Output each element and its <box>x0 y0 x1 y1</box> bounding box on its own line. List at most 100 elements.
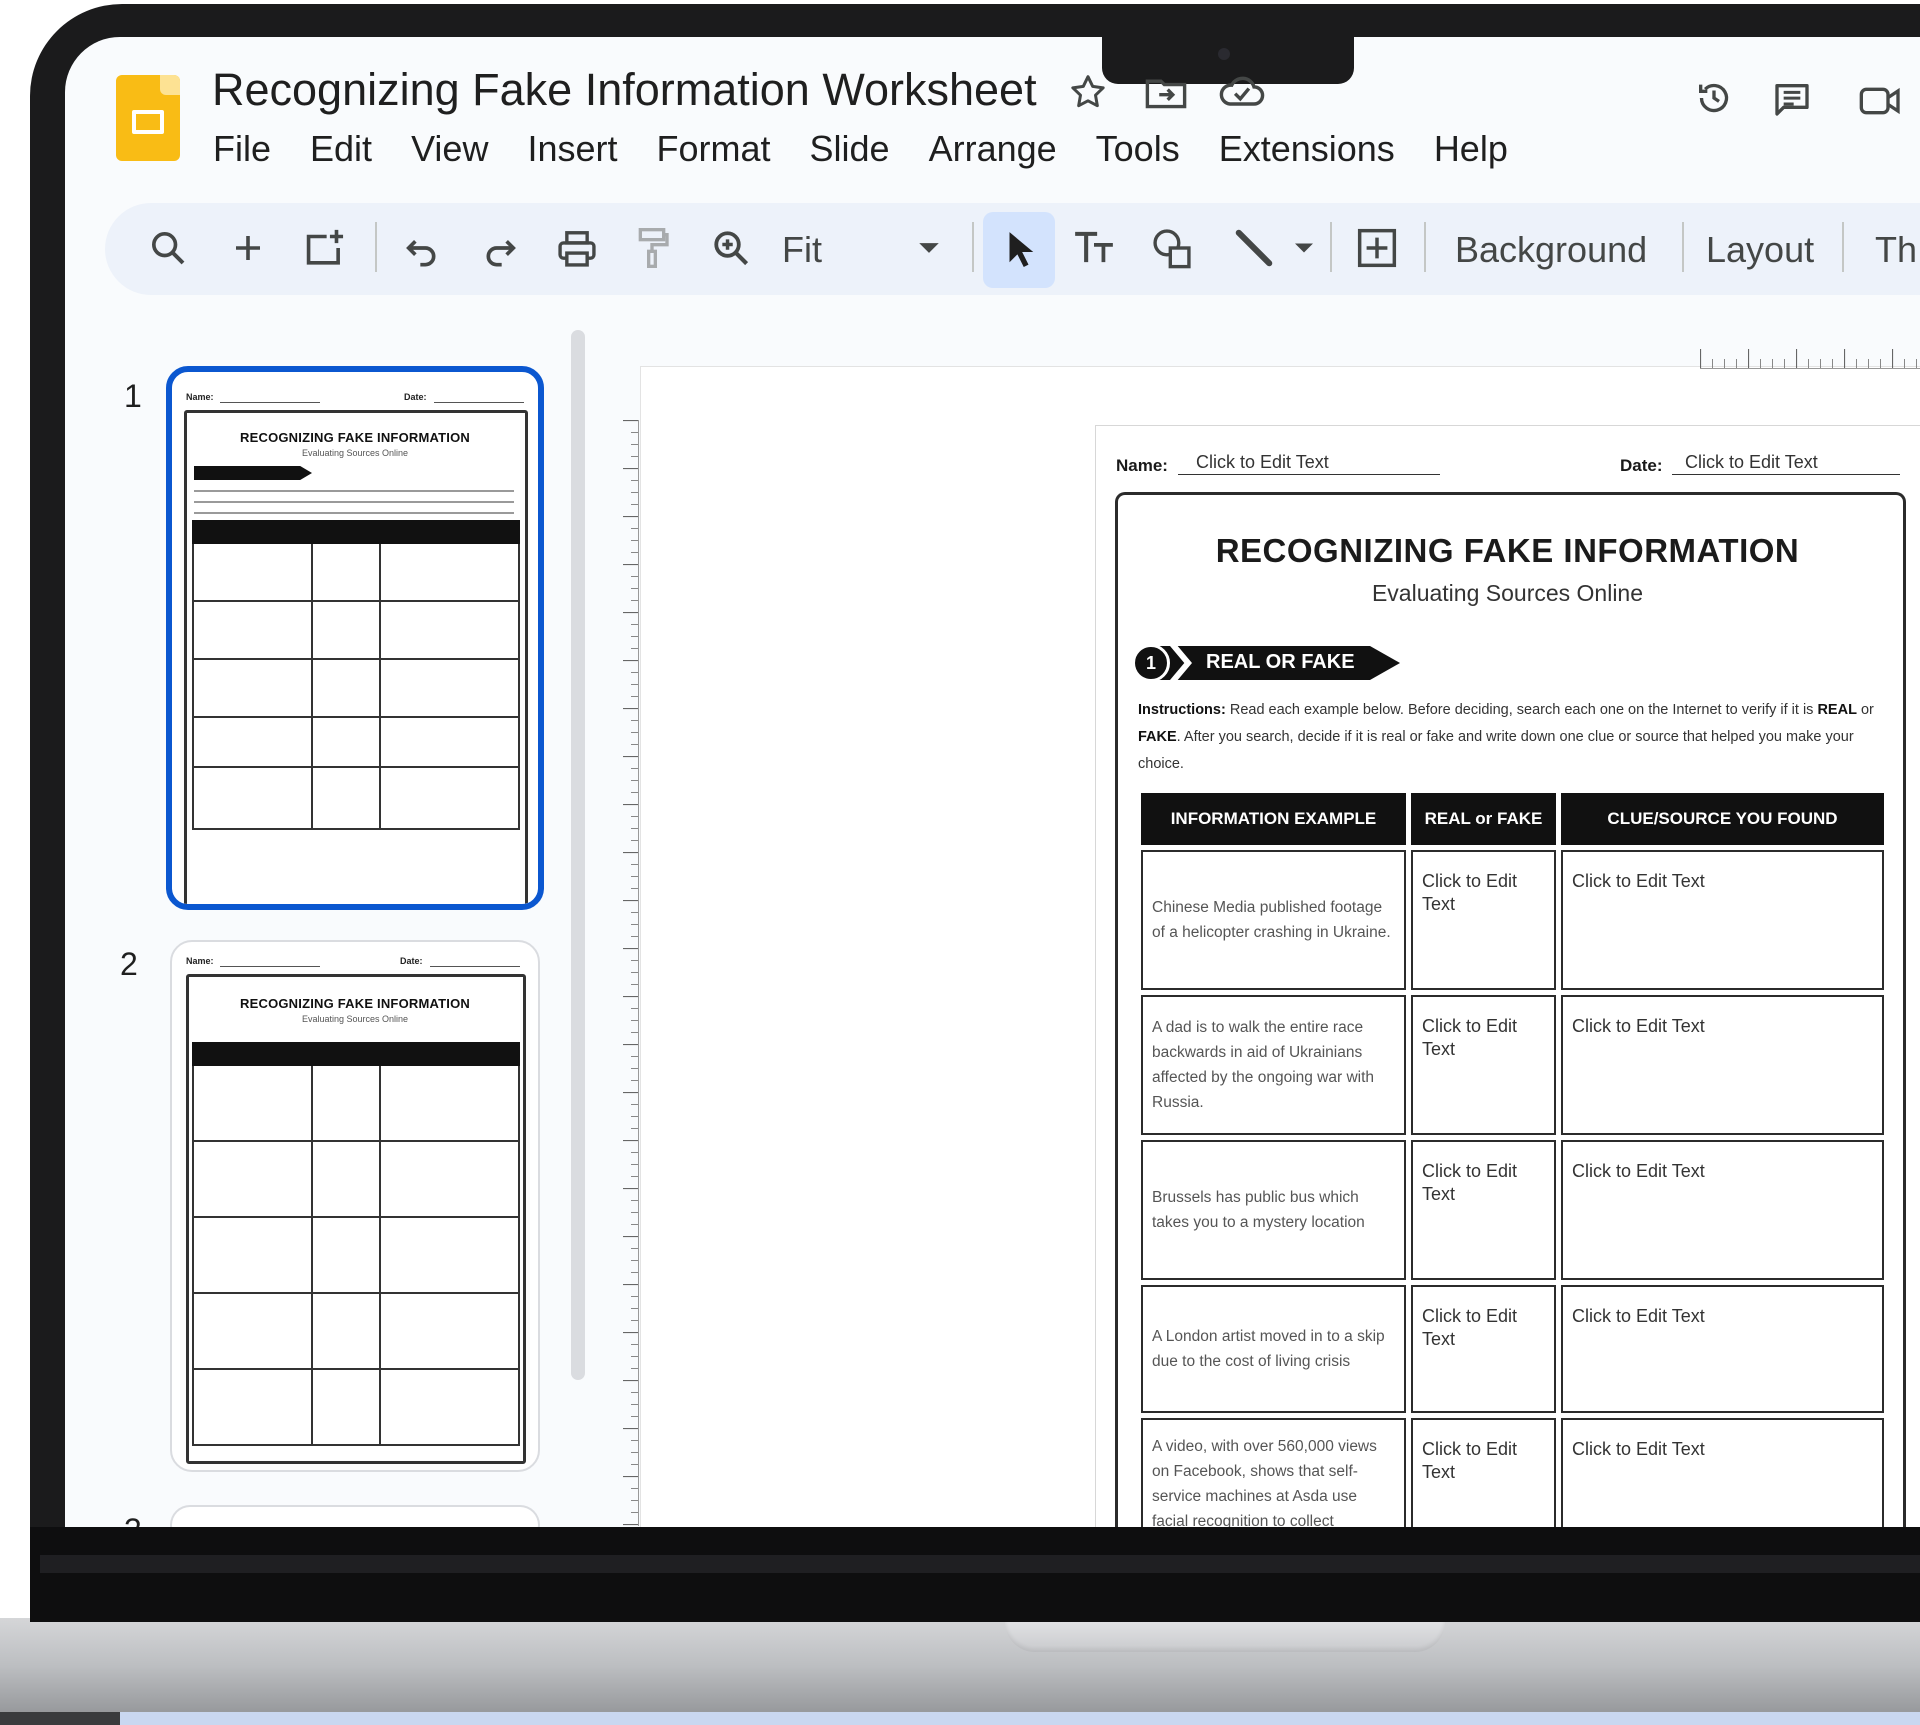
date-field[interactable]: Click to Edit Text <box>1685 452 1818 473</box>
redo-icon[interactable] <box>480 222 520 274</box>
history-icon[interactable] <box>1694 78 1734 123</box>
menu-arrange[interactable]: Arrange <box>929 128 1057 170</box>
instructions-real: REAL <box>1817 702 1857 718</box>
thumb-table <box>191 1042 521 1446</box>
slide-number-2: 2 <box>120 946 138 982</box>
thumb-instructions <box>194 484 514 518</box>
toolbar-divider <box>1842 222 1844 272</box>
zoom-icon[interactable] <box>710 222 752 274</box>
thumb-name-line <box>220 966 320 967</box>
thumb-title: RECOGNIZING FAKE INFORMATION <box>240 996 470 1011</box>
menu-tools[interactable]: Tools <box>1096 128 1180 170</box>
example-cell[interactable]: Brussels has public bus which takes you … <box>1141 1140 1406 1280</box>
theme-button[interactable]: Th <box>1875 224 1917 276</box>
clue-cell[interactable]: Click to Edit Text <box>1561 1140 1884 1280</box>
real-fake-cell[interactable]: Click to Edit Text <box>1411 1285 1556 1413</box>
select-cursor-icon[interactable] <box>1000 222 1038 274</box>
document-title[interactable]: Recognizing Fake Information Worksheet <box>212 64 1037 116</box>
thumb-name-label: Name: <box>186 956 214 966</box>
comments-icon[interactable] <box>1772 80 1812 123</box>
example-cell[interactable]: Chinese Media published footage of a hel… <box>1141 850 1406 990</box>
laptop-foot <box>0 1712 120 1725</box>
filmstrip-scrollbar[interactable] <box>571 330 585 1380</box>
slide-number-1: 1 <box>124 378 142 414</box>
instructions-or: or <box>1856 702 1874 718</box>
line-icon[interactable] <box>1232 222 1276 274</box>
thumb-section-banner <box>194 466 312 480</box>
header-clue-source: CLUE/SOURCE YOU FOUND <box>1561 793 1884 845</box>
worksheet-subtitle[interactable]: Evaluating Sources Online <box>1115 580 1900 607</box>
slide-thumbnail-1[interactable]: Name: Date: RECOGNIZING FAKE INFORMATION… <box>166 366 544 910</box>
thumb-subtitle: Evaluating Sources Online <box>301 1014 409 1024</box>
menu-help[interactable]: Help <box>1434 128 1508 170</box>
vertical-ruler <box>621 420 639 1526</box>
background-button[interactable]: Background <box>1455 224 1647 276</box>
toolbar-divider <box>375 222 377 272</box>
thumb-subtitle: Evaluating Sources Online <box>301 448 409 458</box>
real-fake-cell[interactable]: Click to Edit Text <box>1411 850 1556 990</box>
thumb-table <box>191 520 521 830</box>
menu-format[interactable]: Format <box>657 128 771 170</box>
section-title[interactable]: REAL OR FAKE <box>1206 651 1355 674</box>
star-icon[interactable] <box>1068 72 1108 117</box>
instructions-part2: . After you search, decide if it is real… <box>1138 729 1854 772</box>
instructions-label: Instructions: <box>1138 702 1226 718</box>
undo-icon[interactable] <box>402 222 442 274</box>
camera-icon <box>1218 48 1230 60</box>
menu-extensions[interactable]: Extensions <box>1219 128 1395 170</box>
thumb-name-line <box>220 402 320 403</box>
paint-format-icon[interactable] <box>632 222 672 274</box>
menu-insert[interactable]: Insert <box>527 128 617 170</box>
horizontal-ruler <box>1700 345 1920 369</box>
name-underline <box>1178 474 1440 475</box>
instructions-part1: Read each example below. Before deciding… <box>1225 702 1818 718</box>
move-to-folder-icon[interactable] <box>1144 76 1188 115</box>
zoom-dropdown-arrow-icon[interactable] <box>916 222 942 274</box>
layout-button[interactable]: Layout <box>1706 224 1814 276</box>
date-underline <box>1672 474 1900 475</box>
meet-icon[interactable] <box>1858 84 1908 123</box>
thumb-date-label: Date: <box>404 392 427 402</box>
clue-cell[interactable]: Click to Edit Text <box>1561 1285 1884 1413</box>
laptop-hinge-front <box>40 1555 1920 1573</box>
name-field[interactable]: Click to Edit Text <box>1196 452 1329 473</box>
zoom-select[interactable]: Fit <box>782 224 822 276</box>
thumb-name-label: Name: <box>186 392 214 402</box>
laptop-chin-front <box>30 1527 1920 1622</box>
menu-view[interactable]: View <box>411 128 488 170</box>
print-icon[interactable] <box>555 222 599 274</box>
line-dropdown-arrow-icon[interactable] <box>1292 222 1316 274</box>
example-cell[interactable]: A London artist moved in to a skip due t… <box>1141 1285 1406 1413</box>
search-menus-icon[interactable] <box>148 222 188 274</box>
header-real-or-fake: REAL or FAKE <box>1411 793 1556 845</box>
worksheet-title[interactable]: RECOGNIZING FAKE INFORMATION <box>1115 532 1900 570</box>
instructions-text[interactable]: Instructions: Read each example below. B… <box>1138 697 1883 778</box>
real-fake-cell[interactable]: Click to Edit Text <box>1411 995 1556 1135</box>
cloud-saved-icon[interactable] <box>1218 72 1266 117</box>
header-information-example: INFORMATION EXAMPLE <box>1141 793 1406 845</box>
menu-edit[interactable]: Edit <box>310 128 372 170</box>
new-slide-icon[interactable] <box>230 222 266 274</box>
menu-bar: File Edit View Insert Format Slide Arran… <box>213 128 1547 170</box>
instructions-fake: FAKE <box>1138 729 1177 745</box>
toolbar-divider <box>1424 222 1426 272</box>
clue-cell[interactable]: Click to Edit Text <box>1561 850 1884 990</box>
laptop-lid-notch <box>1005 1618 1445 1652</box>
thumb-date-line <box>434 402 524 403</box>
thumb-date-line <box>430 966 520 967</box>
slides-logo-mark <box>132 110 164 134</box>
clue-cell[interactable]: Click to Edit Text <box>1561 995 1884 1135</box>
example-cell[interactable]: A dad is to walk the entire race backwar… <box>1141 995 1406 1135</box>
new-slide-layout-icon[interactable] <box>302 222 348 274</box>
toolbar-divider <box>972 222 974 272</box>
worksheet-table: INFORMATION EXAMPLE REAL or FAKE CLUE/SO… <box>1136 788 1889 1563</box>
thumb-title: RECOGNIZING FAKE INFORMATION <box>240 430 470 445</box>
menu-file[interactable]: File <box>213 128 271 170</box>
shape-icon[interactable] <box>1150 222 1194 274</box>
text-box-icon[interactable] <box>1072 222 1116 274</box>
slide-thumbnail-2[interactable]: Name: Date: RECOGNIZING FAKE INFORMATION… <box>170 940 540 1472</box>
insert-comment-icon[interactable] <box>1354 222 1400 274</box>
section-number-badge: 1 <box>1132 644 1170 682</box>
real-fake-cell[interactable]: Click to Edit Text <box>1411 1140 1556 1280</box>
menu-slide[interactable]: Slide <box>810 128 890 170</box>
